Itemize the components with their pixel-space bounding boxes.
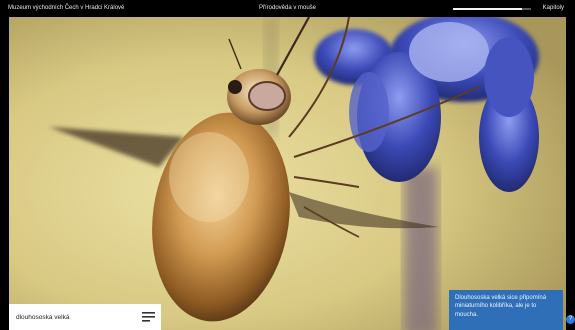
caption-panel: dlouhososka velká	[9, 304, 161, 330]
info-panel: Dlouhososka velká sice připomíná miniatu…	[449, 290, 563, 330]
progress-fill	[453, 8, 522, 10]
photo-stage	[9, 17, 566, 330]
progress-bar	[453, 8, 531, 10]
top-bar: Muzeum východních Čech v Hradci Králové …	[0, 0, 575, 17]
bee-fly-photo	[9, 17, 566, 330]
app-screen: Muzeum východních Čech v Hradci Králové …	[0, 0, 575, 330]
chapters-link[interactable]: Kapitoly	[543, 5, 564, 11]
info-toggle-icon[interactable]: ?	[566, 315, 575, 324]
caption-label: dlouhososka velká	[16, 314, 70, 321]
menu-icon[interactable]	[142, 312, 155, 322]
info-text: Dlouhososka velká sice připomíná miniatu…	[455, 295, 547, 318]
